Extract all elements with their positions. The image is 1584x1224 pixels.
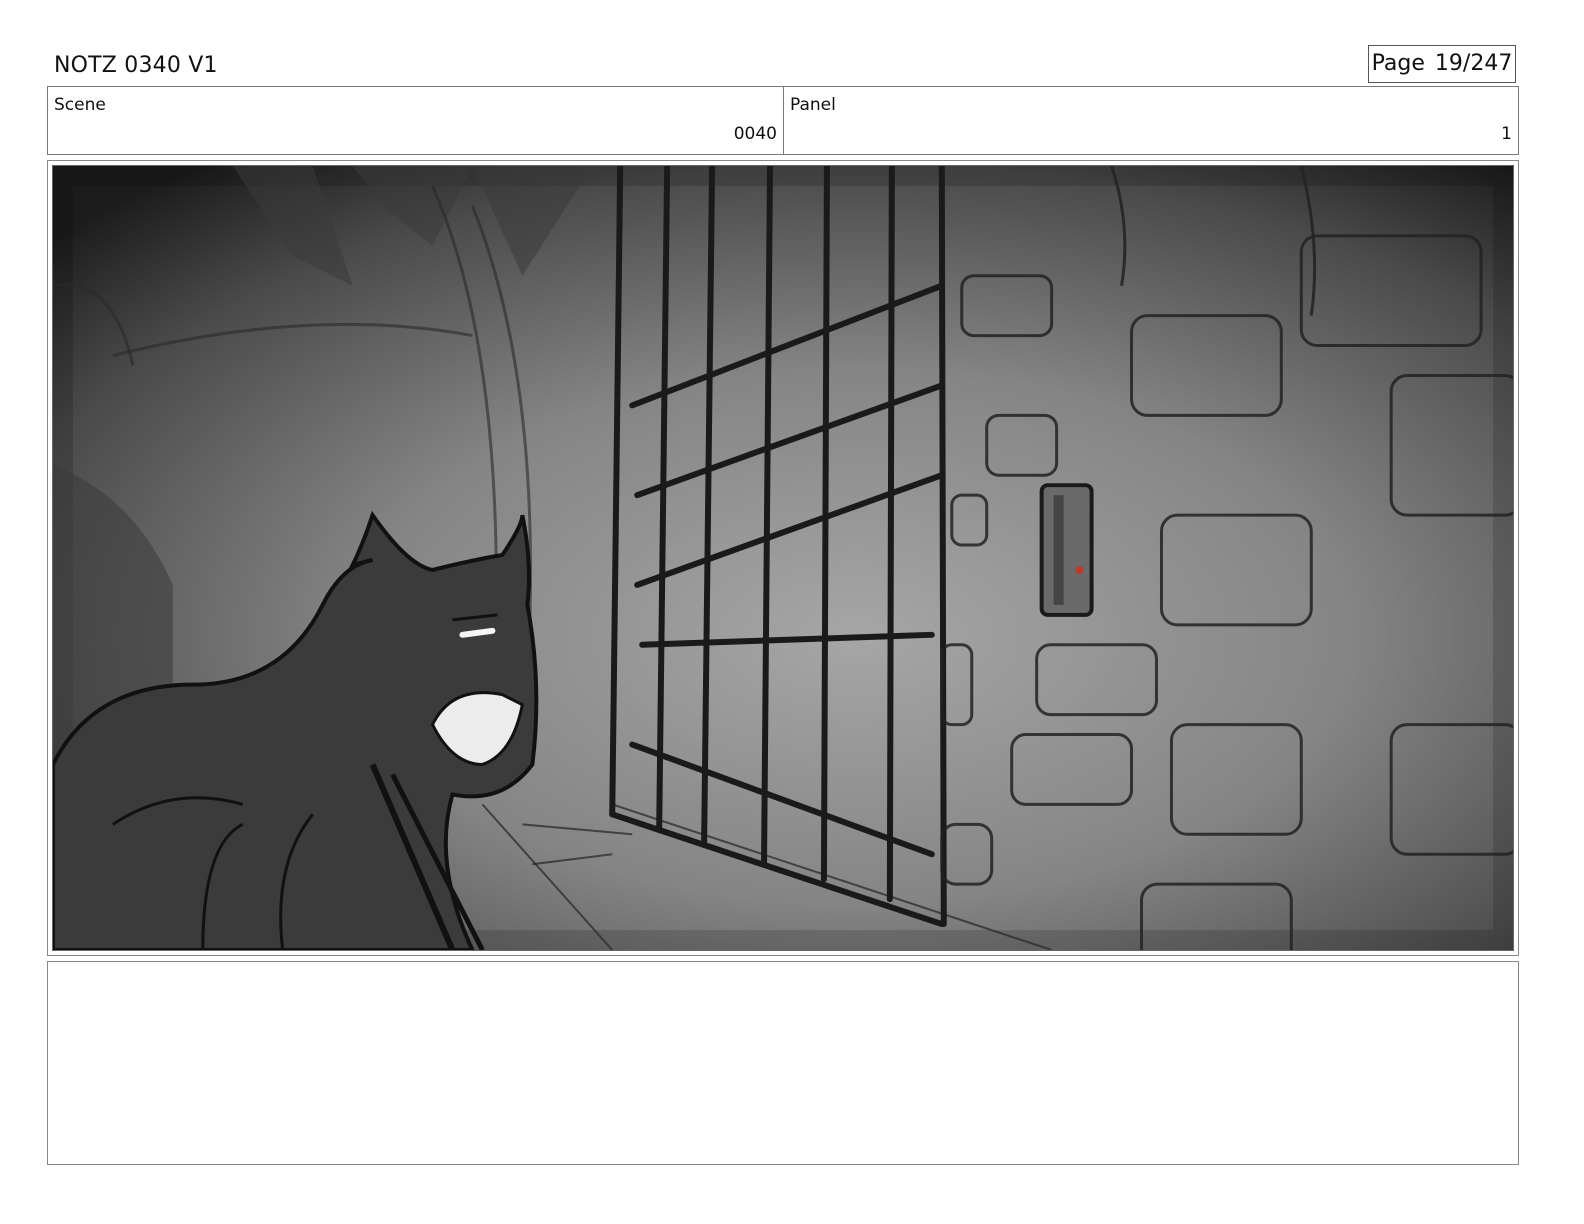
- page-indicator: Page 19/247: [1368, 45, 1516, 83]
- panel-cell: Panel 1: [784, 87, 1518, 154]
- wall-switch-icon: [1039, 483, 1094, 617]
- scene-label: Scene: [54, 95, 106, 115]
- page-number: 19/247: [1434, 51, 1513, 76]
- sketch-illustration: [53, 166, 1513, 950]
- scene-cell: Scene 0040: [48, 87, 784, 154]
- storyboard-drawing: [52, 165, 1514, 951]
- panel-label: Panel: [790, 95, 836, 115]
- scene-number: 0040: [733, 124, 777, 144]
- page-label: Page: [1371, 51, 1425, 76]
- header-table: Scene 0040 Panel 1: [47, 86, 1519, 155]
- panel-number: 1: [1501, 124, 1512, 144]
- document-title: NOTZ 0340 V1: [54, 53, 218, 78]
- storyboard-frame: [47, 160, 1519, 956]
- dialogue-notes-box: [47, 961, 1519, 1165]
